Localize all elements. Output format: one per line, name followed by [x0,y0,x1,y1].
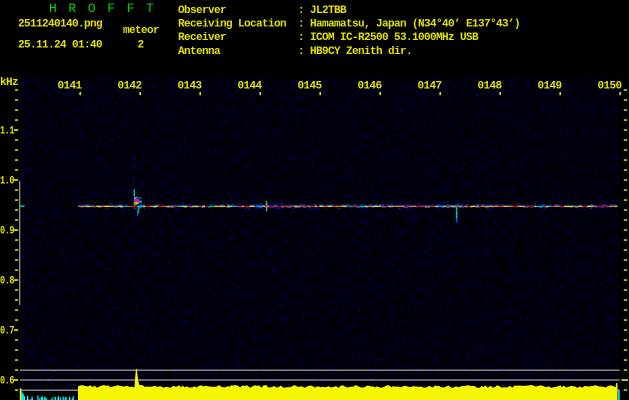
svg-text:0148: 0148 [477,80,502,92]
svg-text:meteor: meteor [123,25,159,37]
svg-text:Receiver: Receiver [178,32,226,44]
svg-text:: JL2TBB: : JL2TBB [298,5,347,17]
svg-text:0144: 0144 [237,80,262,92]
svg-text:0146: 0146 [357,80,381,92]
svg-text:0145: 0145 [297,80,322,92]
svg-text:1.0: 1.0 [0,176,14,188]
svg-text:0149: 0149 [537,80,561,92]
svg-text:Antenna: Antenna [178,46,221,58]
svg-text:Receiving Location: Receiving Location [178,19,286,31]
svg-text:2: 2 [138,40,144,52]
svg-text:0.7: 0.7 [0,326,14,338]
svg-text:: ICOM IC-R2500 53.1000MHz USB: : ICOM IC-R2500 53.1000MHz USB [298,32,479,44]
svg-text:HROFFT: HROFFT [49,1,165,16]
svg-text:1.1: 1.1 [0,126,15,138]
svg-text:: HB9CY Zenith dir.: : HB9CY Zenith dir. [298,46,412,58]
svg-text:2511240140.png: 2511240140.png [18,19,102,31]
svg-text:kHz: kHz [0,77,18,89]
svg-text:0150: 0150 [597,80,621,92]
svg-text:Observer: Observer [178,5,226,17]
svg-text:: Hamamatsu, Japan (N34°40’ E1: : Hamamatsu, Japan (N34°40’ E137°43’) [298,19,520,31]
svg-text:0141: 0141 [57,80,82,92]
svg-text:0142: 0142 [117,80,141,92]
svg-text:25.11.24 01:40: 25.11.24 01:40 [18,40,102,52]
svg-text:0147: 0147 [417,80,441,92]
svg-text:0.6: 0.6 [0,376,14,388]
svg-text:0.8: 0.8 [0,276,15,288]
svg-text:0.9: 0.9 [0,226,14,238]
svg-text:0143: 0143 [177,80,202,92]
